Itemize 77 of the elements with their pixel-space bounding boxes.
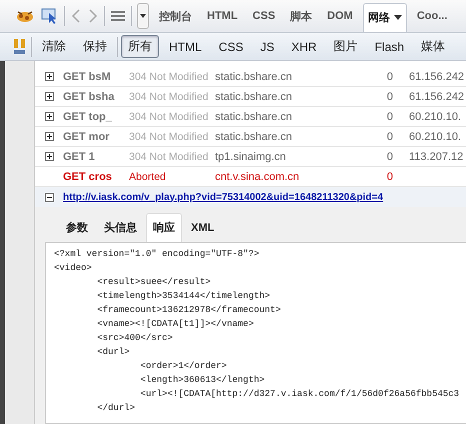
filter-type-button[interactable]: 所有 <box>121 35 159 58</box>
code-line: <durl> <box>96 346 131 359</box>
request-domain: static.bshare.cn <box>215 70 294 82</box>
menu-icon[interactable] <box>110 9 126 23</box>
request-row[interactable]: GET bsha 304 Not Modified static.bshare.cn 0 61.156.242 <box>35 87 466 107</box>
request-ip: 113.207.12 <box>409 150 464 162</box>
panel-tab[interactable]: Coo... <box>412 3 452 29</box>
request-name: GET 1 <box>63 150 96 162</box>
request-size: 0 <box>386 170 394 182</box>
detail-tab[interactable]: 参数 <box>59 213 95 242</box>
request-ip: 60.210.10. <box>409 110 461 122</box>
request-status: 304 Not Modified <box>129 150 210 162</box>
dropdown-button[interactable] <box>137 3 149 29</box>
code-line: <result>suee</result> <box>96 276 212 289</box>
request-ip: 61.156.242 <box>409 90 464 102</box>
filter-type-button[interactable]: CSS <box>212 36 250 56</box>
panel-tab[interactable]: HTML <box>202 3 243 29</box>
request-domain: cnt.v.sina.com.cn <box>215 170 300 182</box>
filter-type-button[interactable]: JS <box>253 36 282 56</box>
expand-icon[interactable] <box>44 112 54 121</box>
request-name: GET top_ <box>63 110 113 122</box>
request-size: 0 <box>386 70 394 82</box>
request-status: Aborted <box>129 170 167 182</box>
code-line: <timelength>3534144</timelength> <box>96 290 272 303</box>
caret-icon <box>140 14 146 18</box>
detail-tab[interactable]: 响应 <box>146 213 182 242</box>
filter-action-button[interactable]: 清除 <box>35 35 73 58</box>
request-name: GET bsM <box>63 70 112 82</box>
expand-icon[interactable] <box>44 92 54 101</box>
request-row[interactable]: GET bsM 304 Not Modified static.bshare.cn 0 61.156.242 <box>35 67 466 87</box>
code-line: <src>400</src> <box>96 332 174 345</box>
request-domain: static.bshare.cn <box>215 110 294 122</box>
code-line: <video> <box>54 262 93 275</box>
filter-action-button[interactable]: 保持 <box>76 35 114 58</box>
detail-tab[interactable]: XML <box>184 213 222 242</box>
filter-type-button[interactable]: 图片 <box>326 35 365 58</box>
request-domain: static.bshare.cn <box>215 90 294 102</box>
detail-tab[interactable]: 头信息 <box>97 213 144 242</box>
request-size: 0 <box>386 90 394 102</box>
request-size: 0 <box>386 130 394 142</box>
request-size: 0 <box>386 110 394 122</box>
code-line: </durl> <box>96 402 136 415</box>
filter-type-button[interactable]: Flash <box>368 36 412 56</box>
collapse-icon[interactable] <box>44 192 54 202</box>
code-line: <vname><![CDATA[t1]]></vname> <box>96 318 255 331</box>
xhr-icon[interactable] <box>12 38 28 56</box>
panel-tab[interactable]: 网络 <box>362 3 407 32</box>
code-line: <url><![CDATA[http://d327.v.iask.com/f/1/56d0f26a56fbb545c3 <box>139 388 460 401</box>
panel-tab[interactable]: CSS <box>248 3 280 29</box>
expand-icon[interactable] <box>44 72 54 81</box>
request-ip: 61.156.242 <box>409 70 464 82</box>
expand-icon[interactable] <box>44 132 54 141</box>
request-status: 304 Not Modified <box>129 130 210 142</box>
request-row[interactable]: GET top_ 304 Not Modified static.bshare.cn 0 60.210.10. <box>35 107 466 127</box>
request-name: GET cros <box>63 170 113 182</box>
panel-tab[interactable]: 脚本 <box>285 2 318 30</box>
request-status: 304 Not Modified <box>129 90 210 102</box>
request-name: GET mor <box>63 130 110 142</box>
expand-icon[interactable] <box>44 152 54 161</box>
request-status: 304 Not Modified <box>129 70 210 82</box>
request-row[interactable]: GET mor 304 Not Modified static.bshare.cn 0 60.210.10. <box>35 127 466 147</box>
request-ip: 60.210.10. <box>409 130 461 142</box>
request-size: 0 <box>386 150 394 162</box>
filter-type-button[interactable]: XHR <box>284 36 324 56</box>
request-row[interactable]: GET 1 304 Not Modified tp1.sinaimg.cn 0 113.207.12 <box>35 147 466 167</box>
filter-type-button[interactable]: 媒体 <box>414 35 452 58</box>
request-domain: static.bshare.cn <box>215 130 294 142</box>
panel-tab[interactable]: 控制台 <box>154 2 197 30</box>
code-line: <length>360613</length> <box>139 374 266 387</box>
code-line: <framecount>136212978</framecount> <box>96 304 282 317</box>
code-line: <order>1</order> <box>139 360 228 373</box>
filter-type-button[interactable]: HTML <box>162 36 209 56</box>
request-status: 304 Not Modified <box>129 110 210 122</box>
request-domain: tp1.sinaimg.cn <box>215 150 287 162</box>
code-line: <?xml version="1.0" encoding="UTF-8"?> <box>54 248 260 261</box>
panel-tab[interactable]: DOM <box>322 3 358 29</box>
request-name: GET bsha <box>63 90 116 102</box>
